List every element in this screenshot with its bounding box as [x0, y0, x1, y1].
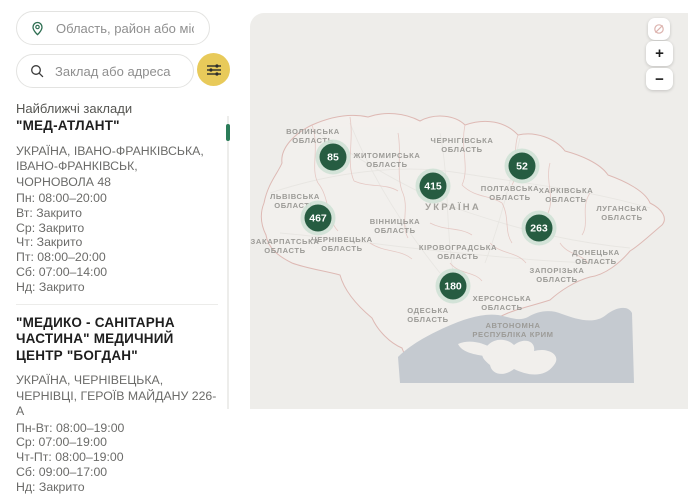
cluster-marker[interactable]: 467 [301, 201, 336, 236]
cluster-count: 180 [444, 281, 462, 293]
schedule-line: Пн: 08:00–20:00 [16, 191, 218, 206]
region-label: ВІННИЦЬКАОБЛАСТЬ [370, 217, 421, 235]
schedule-line: Чт: Закрито [16, 235, 218, 250]
schedule-line: Нд: Закрито [16, 280, 218, 295]
cluster-marker[interactable]: 52 [505, 149, 540, 184]
sliders-icon [206, 63, 222, 77]
region-search-input[interactable] [54, 20, 196, 37]
schedule-line: Пт: 08:00–20:00 [16, 250, 218, 265]
cluster-count: 467 [309, 213, 327, 225]
schedule-line: Чт-Пт: 08:00–19:00 [16, 450, 218, 465]
cluster-marker[interactable]: 180 [436, 269, 471, 304]
map-tool-button[interactable] [648, 18, 670, 40]
cluster-count: 85 [327, 152, 339, 164]
facility-search-field[interactable] [16, 54, 194, 88]
facility-item[interactable]: "МЕДИКО - САНІТАРНА ЧАСТИНА" МЕДИЧНИЙ ЦЕ… [16, 304, 218, 495]
schedule-line: Пн-Вт: 08:00–19:00 [16, 421, 218, 436]
schedule-line: Нд: Закрито [16, 480, 218, 495]
sidebar-scrollbar-thumb[interactable] [226, 124, 230, 141]
region-search-field[interactable] [16, 11, 210, 45]
zoom-out-button[interactable]: − [646, 68, 673, 90]
sidebar-scrollbar-track[interactable] [227, 116, 229, 409]
schedule-line: Ср: Закрито [16, 221, 218, 236]
facility-search-input[interactable] [53, 63, 180, 80]
schedule-line: Ср: 07:00–19:00 [16, 435, 218, 450]
facility-address: УКРАЇНА, ЧЕРНІВЕЦЬКА, ЧЕРНІВЦІ, ГЕРОЇВ М… [16, 373, 218, 420]
facility-item[interactable]: "МЕД-АТЛАНТ" УКРАЇНА, ІВАНО-ФРАНКІВСЬКА, … [16, 118, 218, 295]
cluster-marker[interactable]: 415 [416, 169, 451, 204]
nearest-facilities-heading: Найближчі заклади [16, 101, 132, 116]
facility-schedule: Пн: 08:00–20:00Вт: ЗакритоСр: ЗакритоЧт:… [16, 191, 218, 295]
cluster-count: 415 [424, 181, 442, 193]
region-label: ДОНЕЦЬКАОБЛАСТЬ [572, 248, 620, 266]
cluster-count: 52 [516, 161, 528, 173]
region-label: ОДЕСЬКАОБЛАСТЬ [407, 306, 449, 324]
facility-name: "МЕДИКО - САНІТАРНА ЧАСТИНА" МЕДИЧНИЙ ЦЕ… [16, 315, 218, 365]
region-label: ХЕРСОНСЬКАОБЛАСТЬ [473, 294, 532, 312]
facility-schedule: Пн-Вт: 08:00–19:00Ср: 07:00–19:00Чт-Пт: … [16, 421, 218, 495]
zoom-in-button[interactable]: + [646, 41, 673, 66]
schedule-line: Сб: 09:00–17:00 [16, 465, 218, 480]
region-label: ЗАПОРІЗЬКАОБЛАСТЬ [529, 266, 584, 284]
facility-name: "МЕД-АТЛАНТ" [16, 118, 218, 135]
region-label: ЛУГАНСЬКАОБЛАСТЬ [596, 204, 647, 222]
cluster-count: 263 [530, 223, 548, 235]
search-icon [30, 64, 44, 78]
location-pin-icon [30, 21, 45, 36]
region-label: ПОЛТАВСЬКАОБЛАСТЬ [481, 184, 539, 202]
filters-button[interactable] [197, 53, 230, 86]
country-label: УКРАЇНА [425, 202, 481, 213]
cluster-marker[interactable]: 85 [316, 140, 351, 175]
facility-address: УКРАЇНА, ІВАНО-ФРАНКІВСЬКА, ІВАНО-ФРАНКІ… [16, 144, 218, 191]
region-label: ХАРКІВСЬКАОБЛАСТЬ [539, 186, 594, 204]
schedule-line: Вт: Закрито [16, 206, 218, 221]
slashed-circle-icon [653, 23, 665, 35]
map-panel[interactable]: ВОЛИНСЬКАОБЛАСТЬЖИТОМИРСЬКАОБЛАСТЬЧЕРНІГ… [250, 13, 688, 409]
cluster-marker[interactable]: 263 [522, 211, 557, 246]
schedule-line: Сб: 07:00–14:00 [16, 265, 218, 280]
facility-list: "МЕД-АТЛАНТ" УКРАЇНА, ІВАНО-ФРАНКІВСЬКА, … [16, 118, 218, 495]
